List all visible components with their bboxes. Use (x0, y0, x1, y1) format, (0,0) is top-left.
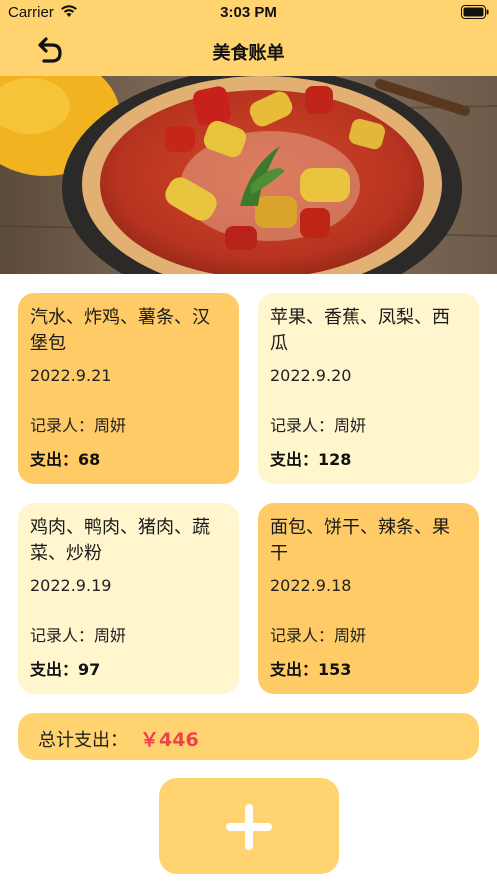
record-expense: 支出：128 (270, 450, 352, 469)
record-items: 汽水、炸鸡、薯条、汉堡包 (30, 307, 210, 354)
pizza-photo (0, 76, 497, 274)
battery-icon (461, 5, 489, 19)
record-date: 2022.9.18 (270, 576, 352, 595)
record-recorder: 记录人：周妍 (30, 416, 127, 435)
status-bar: Carrier 3:03 PM (0, 0, 497, 26)
nav-bar: 美食账单 (0, 26, 497, 76)
record-date: 2022.9.19 (30, 576, 112, 595)
record-expense: 支出：153 (270, 660, 352, 679)
record-card[interactable]: 汽水、炸鸡、薯条、汉堡包 2022.9.21 记录人：周妍 支出：68 (18, 293, 239, 484)
total-expense-bar: 总计支出： ￥446 (18, 713, 479, 760)
record-expense: 支出：97 (30, 660, 101, 679)
add-record-button[interactable] (159, 778, 339, 874)
record-recorder: 记录人：周妍 (30, 626, 127, 645)
top-bar: Carrier 3:03 PM 美食账单 (0, 0, 497, 76)
record-card[interactable]: 苹果、香蕉、凤梨、西瓜 2022.9.20 记录人：周妍 支出：128 (258, 293, 479, 484)
total-label: 总计支出： (38, 730, 128, 751)
record-date: 2022.9.20 (270, 366, 352, 385)
record-items: 面包、饼干、辣条、果干 (270, 517, 450, 564)
record-recorder: 记录人：周妍 (270, 416, 367, 435)
record-card[interactable]: 鸡肉、鸭肉、猪肉、蔬菜、炒粉 2022.9.19 记录人：周妍 支出：97 (18, 503, 239, 694)
total-value: ￥446 (140, 729, 199, 751)
record-items: 苹果、香蕉、凤梨、西瓜 (270, 307, 450, 354)
hero-food-image (0, 76, 497, 274)
page-title: 美食账单 (212, 43, 285, 64)
record-recorder: 记录人：周妍 (270, 626, 367, 645)
plus-icon (226, 804, 272, 850)
record-date: 2022.9.21 (30, 366, 112, 385)
record-card[interactable]: 面包、饼干、辣条、果干 2022.9.18 记录人：周妍 支出：153 (258, 503, 479, 694)
record-items: 鸡肉、鸭肉、猪肉、蔬菜、炒粉 (30, 517, 210, 564)
record-expense: 支出：68 (30, 450, 101, 469)
status-time: 3:03 PM (220, 4, 277, 21)
